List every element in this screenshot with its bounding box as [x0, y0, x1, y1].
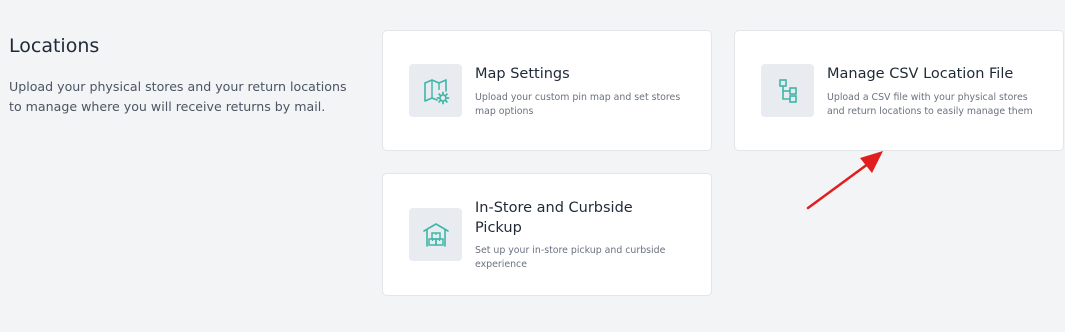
- card-description: Upload a CSV file with your physical sto…: [827, 92, 1033, 117]
- map-settings-card[interactable]: Map Settings Upload your custom pin map …: [382, 30, 712, 151]
- store-pickup-card[interactable]: In-Store and Curbside Pickup Set up your…: [382, 173, 712, 296]
- card-title: Map Settings: [475, 66, 570, 82]
- manage-csv-card[interactable]: Manage CSV Location File Upload a CSV fi…: [734, 30, 1064, 151]
- page-title: Locations: [9, 35, 100, 57]
- hierarchy-icon: [761, 64, 814, 117]
- card-description: Set up your in-store pickup and curbside…: [475, 245, 666, 270]
- annotation-arrow-icon: [806, 151, 883, 210]
- page-description: Upload your physical stores and your ret…: [9, 79, 347, 114]
- store-pickup-icon: [409, 208, 462, 261]
- card-title: Manage CSV Location File: [827, 66, 1014, 82]
- map-gear-icon: [409, 64, 462, 117]
- card-title: In-Store and Curbside Pickup: [475, 200, 633, 236]
- card-description: Upload your custom pin map and set store…: [475, 92, 681, 117]
